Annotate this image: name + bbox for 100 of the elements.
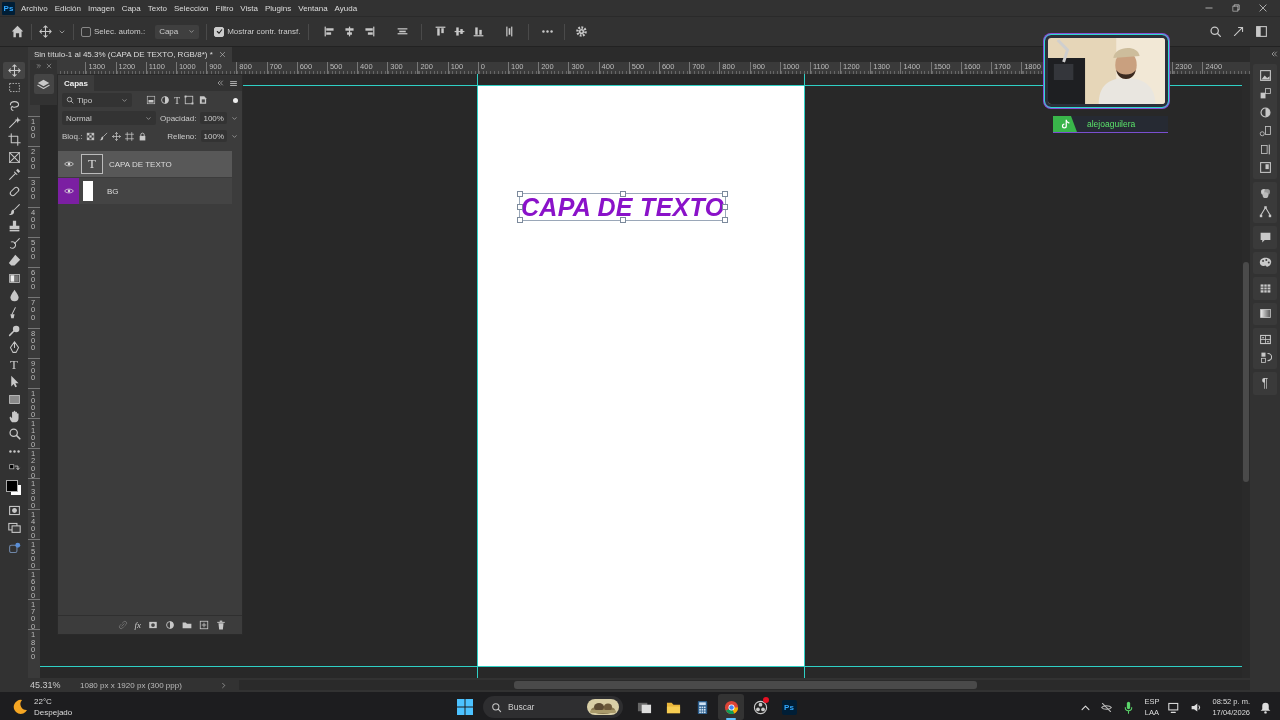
adjustment-filter-icon[interactable] [160, 95, 170, 105]
share-icon[interactable] [1232, 25, 1245, 38]
eyedropper-icon[interactable] [7, 167, 21, 181]
adjustments-icon[interactable] [1258, 105, 1272, 119]
search-icon[interactable] [1209, 25, 1222, 38]
eraser-icon[interactable] [7, 254, 21, 268]
taskbar-app[interactable] [718, 694, 744, 720]
menu-item[interactable]: Vista [240, 3, 258, 13]
target-dropdown[interactable]: Capa [155, 24, 200, 39]
image-filter-icon[interactable] [146, 95, 156, 105]
checker-icon[interactable] [86, 131, 96, 141]
filter-toggle[interactable] [233, 97, 238, 103]
close-icon[interactable] [45, 62, 52, 69]
restore-icon[interactable] [1231, 3, 1241, 13]
rectangle-icon[interactable] [7, 392, 21, 406]
menu-item[interactable]: Ventana [298, 3, 328, 13]
mask-icon[interactable] [148, 620, 158, 630]
fill-field[interactable]: 100% [200, 130, 227, 142]
history-icon[interactable] [1258, 351, 1272, 365]
type-tool[interactable]: T [10, 358, 18, 372]
bell-icon[interactable] [1259, 700, 1272, 714]
quick-mask-icon[interactable] [7, 503, 21, 517]
drop-icon[interactable] [7, 289, 21, 302]
history-brush-icon[interactable] [7, 237, 21, 251]
checkbox[interactable] [81, 26, 91, 37]
lock-icon[interactable] [138, 131, 148, 141]
taskbar-app[interactable]: Ps [776, 694, 802, 720]
pen-icon[interactable] [7, 340, 21, 354]
checkbox[interactable] [214, 26, 225, 37]
scrollbar-thumb[interactable] [1243, 262, 1249, 482]
collapse-icon[interactable] [216, 79, 224, 87]
home-icon[interactable] [11, 25, 24, 38]
gradient-icon[interactable] [7, 271, 21, 285]
lasso-icon[interactable] [7, 98, 21, 112]
move-icon[interactable] [7, 64, 21, 78]
search-field[interactable]: Buscar [483, 696, 623, 718]
menu-item[interactable]: Selección [173, 3, 209, 13]
visibility-toggle[interactable] [58, 178, 79, 204]
properties-icon[interactable] [1258, 87, 1272, 101]
opacity-field[interactable]: 100% [200, 112, 227, 124]
menu-item[interactable]: Texto [147, 3, 167, 13]
menu-item[interactable]: Filtro [215, 3, 234, 13]
magic-wand-icon[interactable] [7, 116, 21, 130]
bandage-icon[interactable] [7, 185, 21, 199]
align-right-icon[interactable] [362, 25, 376, 38]
gradient-icon[interactable] [1258, 307, 1272, 321]
document-tab[interactable]: Sin título-1 al 45.3% (CAPA DE TEXTO, RGB/8*) * [28, 47, 232, 62]
shape-filter-icon[interactable] [184, 95, 195, 105]
blend-mode-dropdown[interactable]: Normal [62, 111, 156, 125]
menu-item[interactable]: Archivo [21, 3, 48, 13]
panel-tab[interactable]: Capas [58, 75, 94, 91]
close-icon[interactable] [218, 51, 226, 58]
align-left-icon[interactable] [322, 25, 336, 38]
brush-icon[interactable] [7, 202, 21, 216]
menu-item[interactable]: Ayuda [334, 3, 358, 13]
text-style-icon[interactable] [1258, 124, 1272, 138]
dodge-icon[interactable] [7, 323, 21, 337]
layer-row[interactable]: BG [58, 178, 232, 204]
paragraph-button[interactable]: ¶ [1261, 377, 1269, 390]
crossed-out-icon[interactable] [1100, 700, 1114, 714]
glyphs-icon[interactable] [1258, 161, 1272, 175]
fx-button[interactable]: fx [134, 620, 141, 630]
caret-icon[interactable] [231, 132, 238, 140]
layout-icon[interactable] [1255, 25, 1268, 38]
app-logo[interactable]: Ps [2, 1, 15, 15]
menu-item[interactable]: Capa [121, 3, 141, 13]
chevron-right-icon[interactable] [220, 681, 227, 689]
color-circles-icon[interactable] [1258, 186, 1272, 200]
zoom-icon[interactable] [7, 427, 21, 441]
comment-icon[interactable] [1258, 230, 1272, 244]
zoom-level[interactable]: 45.31% [28, 680, 80, 690]
close-icon[interactable] [1258, 3, 1268, 13]
folder-icon[interactable] [182, 620, 192, 630]
library-icon[interactable] [1258, 68, 1272, 82]
frame-icon[interactable] [7, 150, 21, 164]
color-swatches[interactable] [5, 478, 23, 497]
type-filter-button[interactable]: T [174, 94, 181, 106]
screen-mode-icon[interactable] [7, 521, 21, 535]
caret-icon[interactable] [230, 114, 238, 122]
stamp-icon[interactable] [7, 219, 21, 233]
brush-icon[interactable] [99, 131, 109, 141]
paths-icon[interactable] [1258, 205, 1272, 219]
marquee-icon[interactable] [7, 81, 21, 95]
move-icon[interactable] [112, 131, 122, 141]
crop-icon[interactable] [7, 133, 21, 147]
artboard-icon[interactable] [125, 131, 135, 141]
hand-icon[interactable] [7, 410, 21, 424]
swatches-icon[interactable] [1258, 281, 1272, 295]
layers-panel-button[interactable] [33, 74, 54, 94]
adjustment-icon[interactable] [165, 620, 175, 630]
align-middle-icon[interactable] [452, 25, 466, 38]
sparkle-icon[interactable] [7, 541, 21, 555]
menu-icon[interactable] [229, 78, 238, 88]
layer-row[interactable]: T CAPA DE TEXTO [58, 151, 232, 177]
table-icon[interactable] [1258, 332, 1272, 346]
windows-logo-icon[interactable] [457, 699, 473, 715]
align-top-icon[interactable] [433, 25, 447, 38]
character-icon[interactable] [1258, 142, 1272, 156]
menu-item[interactable]: Imagen [87, 3, 115, 13]
move-icon[interactable] [39, 25, 52, 38]
